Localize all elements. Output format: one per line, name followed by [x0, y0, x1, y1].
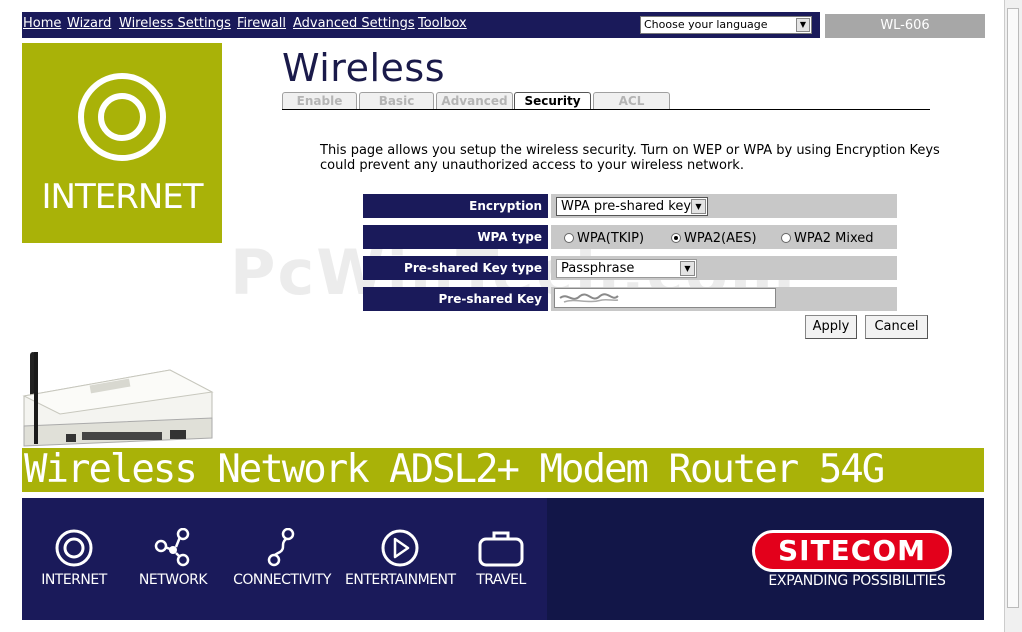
radio-label: WPA2 Mixed [794, 231, 874, 246]
wpa-type-label: WPA type [363, 225, 548, 249]
chevron-down-icon: ▼ [691, 199, 706, 214]
radio-button-icon [564, 232, 574, 243]
page-description: This page allows you setup the wireless … [320, 143, 940, 173]
encryption-select-value: WPA pre-shared key [561, 199, 692, 214]
apply-button[interactable]: Apply [805, 315, 857, 339]
product-banner: Wireless Network ADSL2+ Modem Router 54G [22, 448, 984, 492]
radio-wpa2-aes[interactable]: WPA2(AES) [671, 231, 757, 246]
product-banner-text: Wireless Network ADSL2+ Modem Router 54G [24, 447, 885, 492]
play-icon [381, 529, 419, 567]
nav-link-firewall[interactable]: Firewall [237, 16, 286, 31]
vertical-scrollbar[interactable] [1004, 0, 1022, 632]
tab-acl[interactable]: ACL [593, 92, 670, 109]
footer-item-label: INTERNET [41, 572, 107, 588]
key-type-select-value: Passphrase [561, 261, 635, 276]
footer-item-label: TRAVEL [476, 572, 526, 588]
model-badge: WL-606 [825, 14, 985, 38]
tab-basic[interactable]: Basic [359, 92, 434, 109]
radio-button-icon [781, 232, 791, 243]
key-type-select[interactable]: Passphrase ▼ [556, 259, 697, 278]
page-title: Wireless [282, 46, 445, 90]
radio-label: WPA(TKIP) [577, 231, 645, 246]
radio-label: WPA2(AES) [684, 231, 757, 246]
footer-item-label: ENTERTAINMENT [345, 572, 456, 588]
network-icon [154, 528, 190, 567]
cancel-button[interactable]: Cancel [865, 315, 928, 339]
chevron-down-icon: ▼ [796, 18, 810, 32]
language-select[interactable]: Choose your language ▼ [640, 16, 812, 34]
internet-inner-ring-icon [98, 93, 146, 141]
footer-item-entertainment: ENTERTAINMENT [345, 528, 456, 588]
nav-link-home[interactable]: Home [23, 16, 61, 31]
suitcase-icon [478, 531, 524, 567]
tab-security[interactable]: Security [514, 92, 591, 110]
footer-item-internet: INTERNET [19, 528, 129, 588]
masked-key-scribble [559, 293, 619, 303]
brand-tagline: EXPANDING POSSIBILITIES [768, 573, 946, 589]
sitecom-logo: SITECOM [752, 530, 952, 572]
footer-item-travel: TRAVEL [446, 528, 556, 588]
preshared-key-label: Pre-shared Key [363, 287, 548, 311]
internet-panel-label: INTERNET [41, 177, 203, 217]
router-image [22, 352, 214, 447]
radio-button-selected-icon [671, 232, 681, 243]
footer-item-connectivity: CONNECTIVITY [227, 528, 337, 588]
nav-link-wizard[interactable]: Wizard [67, 16, 111, 31]
key-type-label: Pre-shared Key type [363, 256, 548, 280]
language-select-value: Choose your language [644, 18, 768, 31]
footer-item-label: NETWORK [138, 572, 208, 588]
nav-link-toolbox[interactable]: Toolbox [418, 16, 467, 31]
connectivity-icon [267, 528, 295, 567]
footer-item-network: NETWORK [118, 528, 228, 588]
radio-wpa-tkip[interactable]: WPA(TKIP) [564, 231, 644, 246]
radio-wpa2-mixed[interactable]: WPA2 Mixed [781, 231, 874, 246]
tab-enable[interactable]: Enable [282, 92, 357, 109]
internet-icon [55, 529, 93, 567]
tab-divider [282, 109, 930, 110]
tab-advanced[interactable]: Advanced [436, 92, 513, 109]
footer-item-label: CONNECTIVITY [233, 572, 331, 588]
nav-link-wireless-settings[interactable]: Wireless Settings [119, 16, 231, 31]
encryption-label: Encryption [363, 194, 548, 218]
scrollbar-thumb[interactable] [1007, 8, 1019, 608]
nav-link-advanced-settings[interactable]: Advanced Settings [293, 16, 415, 31]
encryption-select[interactable]: WPA pre-shared key ▼ [556, 197, 708, 216]
chevron-down-icon: ▼ [680, 261, 695, 276]
internet-panel: INTERNET [22, 43, 222, 243]
